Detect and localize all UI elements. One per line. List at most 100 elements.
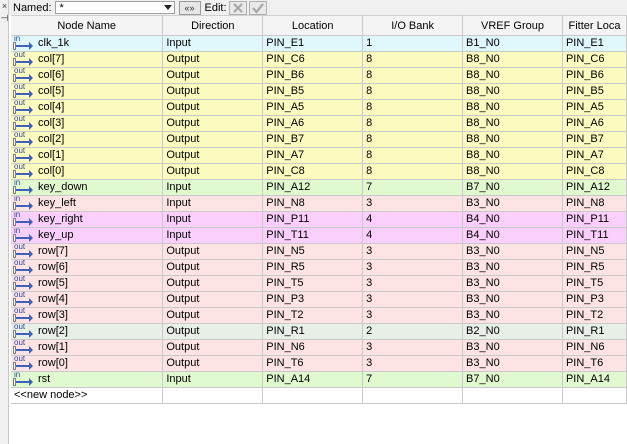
table-row[interactable]: out row[7] Output PIN_N5 3 B3_N0 PIN_N5 <box>11 243 627 260</box>
vref-group-cell[interactable]: B8_N0 <box>462 115 563 132</box>
table-row[interactable]: in key_down Input PIN_A12 7 B7_N0 PIN_A12 <box>11 179 627 196</box>
vref-group-cell[interactable]: B3_N0 <box>462 355 563 372</box>
table-row[interactable]: out col[2] Output PIN_B7 8 B8_N0 PIN_B7 <box>11 131 627 148</box>
fitter-location-cell[interactable]: PIN_R5 <box>562 259 627 276</box>
io-bank-cell[interactable]: 1 <box>362 35 464 52</box>
vref-group-cell[interactable]: B4_N0 <box>462 227 563 244</box>
node-name-cell[interactable]: out row[2] <box>11 323 164 340</box>
named-filter-combo[interactable]: * <box>54 1 175 14</box>
column-header-direction[interactable]: Direction <box>162 15 264 36</box>
location-cell[interactable]: PIN_T6 <box>262 355 364 372</box>
vref-group-cell[interactable]: B3_N0 <box>462 243 563 260</box>
fitter-location-cell[interactable]: PIN_C8 <box>562 163 627 180</box>
location-cell[interactable]: PIN_A6 <box>262 115 364 132</box>
location-cell[interactable]: PIN_P3 <box>262 291 364 308</box>
fitter-location-cell[interactable]: PIN_N5 <box>562 243 627 260</box>
fitter-location-cell[interactable]: PIN_E1 <box>562 35 627 52</box>
cancel-edit-button[interactable] <box>228 0 247 15</box>
vref-group-cell[interactable]: B8_N0 <box>462 147 563 164</box>
location-cell[interactable]: PIN_N5 <box>262 243 364 260</box>
io-bank-cell[interactable]: 8 <box>362 99 464 116</box>
vref-group-cell[interactable]: B8_N0 <box>462 51 563 68</box>
direction-cell[interactable]: Output <box>162 259 264 276</box>
direction-cell[interactable]: Output <box>162 339 264 356</box>
io-bank-cell[interactable]: 8 <box>362 67 464 84</box>
direction-cell[interactable]: Output <box>162 163 264 180</box>
vref-group-cell[interactable]: B8_N0 <box>462 99 563 116</box>
location-cell[interactable]: PIN_A12 <box>262 179 364 196</box>
direction-cell[interactable]: Output <box>162 307 264 324</box>
io-bank-cell[interactable]: 3 <box>362 355 464 372</box>
table-row[interactable]: in key_left Input PIN_N8 3 B3_N0 PIN_N8 <box>11 195 627 212</box>
io-bank-cell[interactable]: 3 <box>362 195 464 212</box>
io-bank-cell[interactable]: 8 <box>362 115 464 132</box>
location-cell[interactable]: PIN_T11 <box>262 227 364 244</box>
empty-cell[interactable] <box>462 387 563 404</box>
direction-cell[interactable]: Input <box>162 195 264 212</box>
location-cell[interactable]: PIN_B5 <box>262 83 364 100</box>
empty-cell[interactable] <box>362 387 464 404</box>
direction-cell[interactable]: Output <box>162 243 264 260</box>
close-icon[interactable]: × <box>0 2 9 11</box>
node-name-cell[interactable]: out row[5] <box>11 275 164 292</box>
node-name-cell[interactable]: out col[5] <box>11 83 164 100</box>
table-row[interactable]: out col[3] Output PIN_A6 8 B8_N0 PIN_A6 <box>11 115 627 132</box>
node-name-cell[interactable]: in key_down <box>11 179 164 196</box>
location-cell[interactable]: PIN_C8 <box>262 163 364 180</box>
column-header-vref-group[interactable]: VREF Group <box>462 15 563 36</box>
node-name-cell[interactable]: out col[6] <box>11 67 164 84</box>
node-name-cell[interactable]: in key_left <box>11 195 164 212</box>
io-bank-cell[interactable]: 2 <box>362 323 464 340</box>
vref-group-cell[interactable]: B4_N0 <box>462 211 563 228</box>
empty-cell[interactable] <box>262 387 364 404</box>
location-cell[interactable]: PIN_A14 <box>262 371 364 388</box>
location-cell[interactable]: PIN_A5 <box>262 99 364 116</box>
table-row[interactable]: out col[1] Output PIN_A7 8 B8_N0 PIN_A7 <box>11 147 627 164</box>
io-bank-cell[interactable]: 8 <box>362 163 464 180</box>
table-row[interactable]: in key_up Input PIN_T11 4 B4_N0 PIN_T11 <box>11 227 627 244</box>
vref-group-cell[interactable]: B3_N0 <box>462 291 563 308</box>
fitter-location-cell[interactable]: PIN_N6 <box>562 339 627 356</box>
location-cell[interactable]: PIN_T5 <box>262 275 364 292</box>
location-cell[interactable]: PIN_C6 <box>262 51 364 68</box>
location-cell[interactable]: PIN_T2 <box>262 307 364 324</box>
table-row[interactable]: out col[7] Output PIN_C6 8 B8_N0 PIN_C6 <box>11 51 627 68</box>
vref-group-cell[interactable]: B3_N0 <box>462 307 563 324</box>
location-cell[interactable]: PIN_N6 <box>262 339 364 356</box>
table-row[interactable]: in rst Input PIN_A14 7 B7_N0 PIN_A14 <box>11 371 627 388</box>
node-name-cell[interactable]: in key_right <box>11 211 164 228</box>
fitter-location-cell[interactable]: PIN_B7 <box>562 131 627 148</box>
io-bank-cell[interactable]: 3 <box>362 243 464 260</box>
direction-cell[interactable]: Output <box>162 67 264 84</box>
fitter-location-cell[interactable]: PIN_A14 <box>562 371 627 388</box>
pin-icon[interactable]: ⊣ <box>0 14 9 23</box>
empty-cell[interactable] <box>562 387 627 404</box>
node-name-cell[interactable]: in rst <box>11 371 164 388</box>
vref-group-cell[interactable]: B8_N0 <box>462 67 563 84</box>
direction-cell[interactable]: Output <box>162 131 264 148</box>
node-name-cell[interactable]: out col[0] <box>11 163 164 180</box>
direction-cell[interactable]: Output <box>162 147 264 164</box>
table-row[interactable]: out row[3] Output PIN_T2 3 B3_N0 PIN_T2 <box>11 307 627 324</box>
vref-group-cell[interactable]: B8_N0 <box>462 163 563 180</box>
io-bank-cell[interactable]: 3 <box>362 259 464 276</box>
table-row[interactable]: out row[0] Output PIN_T6 3 B3_N0 PIN_T6 <box>11 355 627 372</box>
vref-group-cell[interactable]: B3_N0 <box>462 339 563 356</box>
table-row[interactable]: out row[5] Output PIN_T5 3 B3_N0 PIN_T5 <box>11 275 627 292</box>
direction-cell[interactable]: Output <box>162 51 264 68</box>
accept-edit-button[interactable] <box>248 0 267 15</box>
node-name-cell[interactable]: out row[0] <box>11 355 164 372</box>
fitter-location-cell[interactable]: PIN_T2 <box>562 307 627 324</box>
direction-cell[interactable]: Output <box>162 115 264 132</box>
table-row[interactable]: out row[2] Output PIN_R1 2 B2_N0 PIN_R1 <box>11 323 627 340</box>
fitter-location-cell[interactable]: PIN_A7 <box>562 147 627 164</box>
fitter-location-cell[interactable]: PIN_T11 <box>562 227 627 244</box>
node-name-cell[interactable]: out row[6] <box>11 259 164 276</box>
vref-group-cell[interactable]: B2_N0 <box>462 323 563 340</box>
fitter-location-cell[interactable]: PIN_R1 <box>562 323 627 340</box>
io-bank-cell[interactable]: 3 <box>362 339 464 356</box>
location-cell[interactable]: PIN_A7 <box>262 147 364 164</box>
direction-cell[interactable]: Output <box>162 275 264 292</box>
column-header-io-bank[interactable]: I/O Bank <box>362 15 464 36</box>
column-header-node-name[interactable]: Node Name <box>11 15 164 36</box>
